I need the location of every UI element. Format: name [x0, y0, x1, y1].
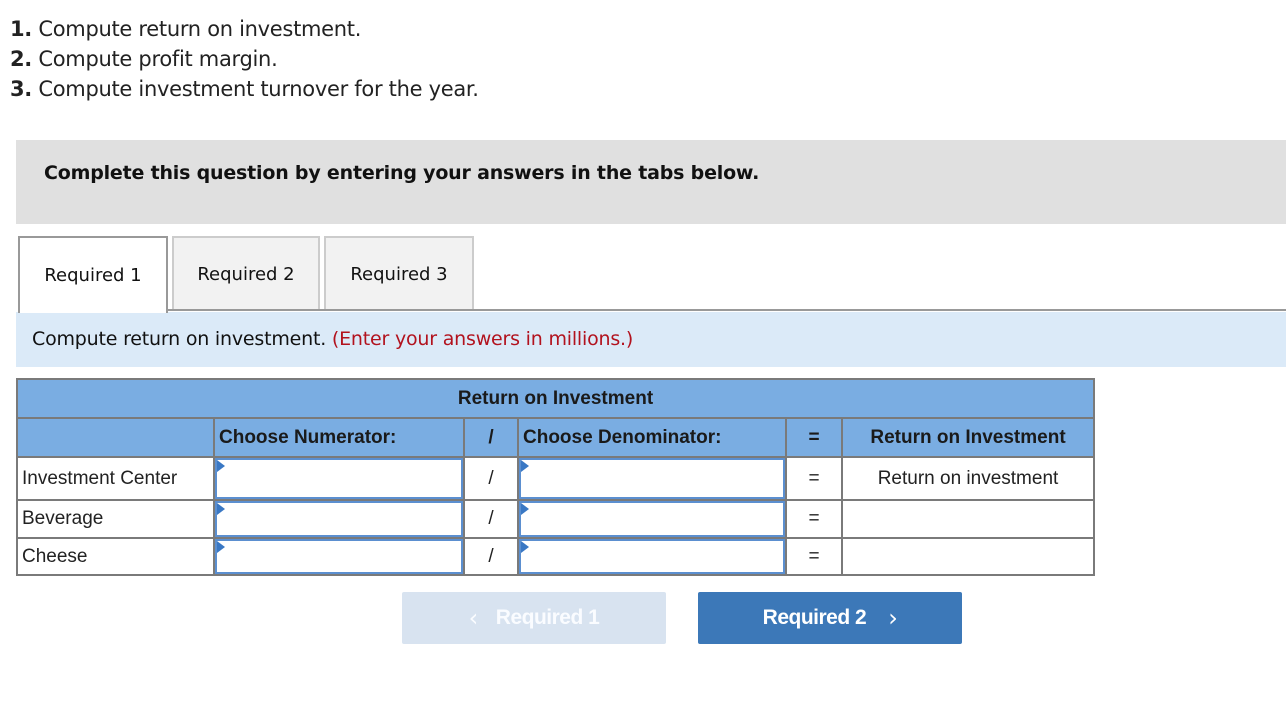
next-button-label: Required 2	[762, 606, 867, 629]
instruction-number: 3.	[10, 77, 32, 101]
header-denominator: Choose Denominator:	[517, 417, 787, 458]
result-input[interactable]	[841, 537, 1095, 576]
next-required-button[interactable]: Required 2 ›	[698, 592, 962, 644]
instruction-item: 3. Compute investment turnover for the y…	[10, 74, 479, 104]
denominator-dropdown[interactable]	[519, 458, 785, 499]
equals-sign: =	[785, 537, 843, 576]
dropdown-indicator-icon	[217, 541, 225, 553]
tab-required-2[interactable]: Required 2	[172, 236, 320, 311]
banner-text: Complete this question by entering your …	[44, 162, 760, 184]
instruction-text: Compute return on investment.	[32, 17, 362, 41]
row-label: Beverage	[16, 499, 215, 539]
numerator-dropdown[interactable]	[215, 539, 463, 574]
instruction-text: Compute investment turnover for the year…	[32, 77, 479, 101]
result-input[interactable]	[841, 499, 1095, 539]
instructions-banner: Complete this question by entering your …	[16, 140, 1286, 224]
table-row: Cheese / =	[16, 537, 1095, 576]
prev-button-label: Required 1	[495, 606, 600, 629]
prompt-note: (Enter your answers in millions.)	[331, 328, 634, 350]
prev-required-button[interactable]: ‹ Required 1	[402, 592, 666, 644]
result-cell: Return on investment	[841, 456, 1095, 501]
instruction-item: 1. Compute return on investment.	[10, 14, 479, 44]
prompt-text: Compute return on investment. (Enter you…	[32, 328, 633, 350]
tab-required-1[interactable]: Required 1	[18, 236, 168, 313]
header-numerator: Choose Numerator:	[213, 417, 465, 458]
denominator-cell	[517, 537, 787, 576]
table-row: Beverage / =	[16, 499, 1095, 539]
dropdown-indicator-icon	[521, 460, 529, 472]
divide-sign: /	[463, 456, 519, 501]
dropdown-indicator-icon	[521, 503, 529, 515]
dropdown-indicator-icon	[521, 541, 529, 553]
denominator-cell	[517, 499, 787, 539]
row-label: Investment Center	[16, 456, 215, 501]
row-label: Cheese	[16, 537, 215, 576]
divide-sign: /	[463, 537, 519, 576]
table-title: Return on Investment	[16, 378, 1095, 419]
chevron-right-icon: ›	[888, 604, 898, 632]
instruction-number: 1.	[10, 17, 32, 41]
denominator-dropdown[interactable]	[519, 501, 785, 537]
roi-table: Return on Investment Choose Numerator: /…	[16, 378, 1095, 576]
instruction-text: Compute profit margin.	[32, 47, 278, 71]
divide-sign: /	[463, 499, 519, 539]
instruction-item: 2. Compute profit margin.	[10, 44, 479, 74]
numerator-cell	[213, 456, 465, 501]
dropdown-indicator-icon	[217, 503, 225, 515]
equals-sign: =	[785, 499, 843, 539]
tab-bar: Required 1 Required 2 Required 3	[0, 236, 1286, 313]
denominator-cell	[517, 456, 787, 501]
table-header-row: Choose Numerator: / Choose Denominator: …	[16, 417, 1095, 458]
numerator-dropdown[interactable]	[215, 458, 463, 499]
header-result: Return on Investment	[841, 417, 1095, 458]
prompt-main: Compute return on investment.	[32, 328, 327, 350]
numerator-cell	[213, 537, 465, 576]
tab-divider	[166, 309, 1286, 311]
instructions-list: 1. Compute return on investment. 2. Comp…	[10, 14, 479, 104]
tab-required-3[interactable]: Required 3	[324, 236, 474, 311]
equals-sign: =	[785, 456, 843, 501]
header-equals: =	[785, 417, 843, 458]
table-title-row: Return on Investment	[16, 378, 1095, 419]
numerator-dropdown[interactable]	[215, 501, 463, 537]
instruction-number: 2.	[10, 47, 32, 71]
dropdown-indicator-icon	[217, 460, 225, 472]
header-divide: /	[463, 417, 519, 458]
question-prompt: Compute return on investment. (Enter you…	[16, 312, 1286, 367]
denominator-dropdown[interactable]	[519, 539, 785, 574]
table-row: Investment Center / = Return on investme…	[16, 456, 1095, 501]
chevron-left-icon: ‹	[468, 604, 479, 632]
header-blank	[16, 417, 215, 458]
numerator-cell	[213, 499, 465, 539]
